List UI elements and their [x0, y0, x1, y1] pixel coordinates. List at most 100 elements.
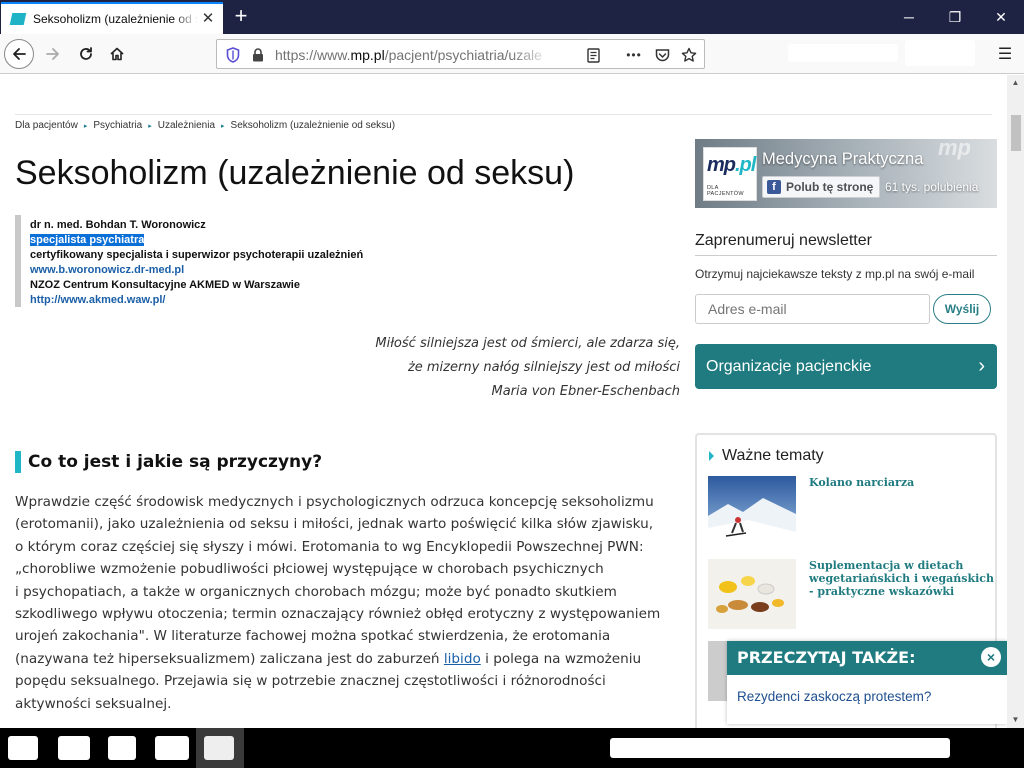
- reader-view-icon[interactable]: [584, 46, 602, 64]
- watermark-logo: mp: [938, 139, 971, 160]
- forward-arrow-icon: [46, 48, 59, 60]
- breadcrumb: Dla pacjentów ▸ Psychiatria ▸ Uzależnien…: [15, 120, 395, 131]
- taskbar-item[interactable]: [58, 736, 90, 760]
- skier-thumbnail[interactable]: [708, 476, 796, 546]
- back-arrow-icon: [13, 48, 26, 60]
- reload-button[interactable]: [71, 39, 101, 69]
- paragraph-text: i polega na wzmożeniu: [480, 650, 642, 667]
- title-bar: Seksoholizm (uzależnienie od seksu) ✕ + …: [0, 0, 1024, 34]
- libido-link[interactable]: libido: [444, 651, 481, 667]
- paragraph-line: i psychopatiach, a także w organicznych …: [15, 583, 617, 600]
- tab-close-icon[interactable]: ✕: [201, 11, 215, 26]
- minimize-button[interactable]: ─: [886, 0, 932, 34]
- facebook-like-button[interactable]: f Polub tę stronę: [762, 176, 880, 198]
- patient-organizations-label: Organizacje pacjenckie: [706, 357, 872, 375]
- patient-organizations-button[interactable]: Organizacje pacjenckie ›: [695, 344, 997, 389]
- close-window-button[interactable]: ✕: [978, 0, 1024, 34]
- facebook-page-name[interactable]: Medycyna Praktyczna: [762, 150, 923, 169]
- scroll-down-icon[interactable]: ▼: [1007, 712, 1024, 728]
- chevron-right-icon: ›: [978, 355, 985, 377]
- logo-mp-text: mp: [707, 154, 736, 176]
- logo-subtitle: DLA PACJENTÓW: [707, 185, 744, 197]
- lock-icon[interactable]: [250, 46, 266, 64]
- breadcrumb-separator-icon: ▸: [148, 122, 152, 130]
- facebook-page-widget[interactable]: mp mp.pl DLA PACJENTÓW Medycyna Praktycz…: [695, 139, 997, 208]
- url-path: /pacjent/psychiatria/uzale: [384, 47, 542, 63]
- paragraph-text: (nazywana też hiperseksualizmem) zalicza…: [15, 650, 444, 667]
- page-actions-icon[interactable]: •••: [621, 46, 647, 64]
- url-prefix: https://www.: [275, 47, 351, 63]
- breadcrumb-separator-icon: ▸: [221, 122, 225, 130]
- taskbar-item[interactable]: [108, 736, 136, 760]
- header-divider: [15, 114, 992, 115]
- popup-article-link[interactable]: Rezydenci zaskoczą protestem?: [737, 689, 931, 704]
- breadcrumb-item[interactable]: Dla pacjentów: [15, 120, 78, 131]
- section-heading: Co to jest i jakie są przyczyny?: [15, 451, 322, 473]
- home-button[interactable]: [102, 39, 132, 69]
- logo-pl-text: .pl: [735, 154, 756, 176]
- menu-button[interactable]: ☰: [990, 39, 1020, 69]
- redacted-toolbar-area: [905, 40, 975, 66]
- bookmark-star-icon[interactable]: [680, 46, 698, 64]
- paragraph-line: Wprawdzie część środowisk medycznych i p…: [15, 494, 654, 510]
- topic-title[interactable]: Suplementacja w dietach wegetariańskich …: [809, 559, 994, 598]
- taskbar: [0, 728, 1024, 768]
- article-body: Wprawdzie część środowisk medycznych i p…: [15, 491, 683, 715]
- epigraph-quote: Miłość silniejsza jest od śmierci, ale z…: [375, 332, 680, 404]
- author-website-link[interactable]: www.b.woronowicz.dr-med.pl: [30, 263, 415, 278]
- breadcrumb-item[interactable]: Uzależnienia: [158, 120, 215, 131]
- url-domain: mp.pl: [350, 47, 385, 63]
- tab-active[interactable]: Seksoholizm (uzależnienie od seksu) ✕: [1, 2, 223, 34]
- paragraph-line: „chorobliwe wzmożenie pobudliwości płcio…: [15, 561, 604, 578]
- newsletter-description: Otrzymuj najciekawsze teksty z mp.pl na …: [695, 267, 975, 281]
- popup-title: PRZECZYTAJ TAKŻE:: [727, 641, 1007, 675]
- reload-icon: [80, 47, 92, 60]
- newsletter-submit-button[interactable]: Wyślij: [933, 294, 991, 324]
- paragraph-line: urojeń zakochania". W literaturze fachow…: [15, 628, 611, 645]
- tracking-protection-shield-icon[interactable]: [225, 46, 241, 64]
- topic-thumbnail-partial: [708, 641, 728, 701]
- forward-button[interactable]: [38, 39, 68, 69]
- breadcrumb-separator-icon: ▸: [83, 122, 88, 130]
- quote-line: że mizerny nałóg silniejszy jest od miło…: [407, 360, 680, 375]
- taskbar-item[interactable]: [155, 736, 189, 760]
- author-certification: certyfikowany specjalista i superwizor p…: [30, 249, 364, 261]
- author-box: dr n. med. Bohdan T. Woronowicz specjali…: [15, 215, 415, 307]
- back-button[interactable]: [4, 39, 34, 69]
- supplements-thumbnail[interactable]: [708, 559, 796, 629]
- topic-title[interactable]: Kolano narciarza: [809, 476, 994, 489]
- scroll-up-icon[interactable]: ▲: [1007, 75, 1024, 91]
- browser-window: Seksoholizm (uzależnienie od seksu) ✕ + …: [0, 0, 1024, 768]
- home-icon: [110, 47, 124, 61]
- paragraph-line: szkodliwego wpływu otoczenia; termin ozn…: [15, 606, 661, 623]
- restore-button[interactable]: ❐: [932, 0, 978, 34]
- newsletter-divider: [695, 255, 997, 256]
- popup-close-icon[interactable]: ×: [981, 647, 1001, 667]
- quote-author: Maria von Ebner-Eschenbach: [491, 384, 681, 399]
- scrollbar-thumb[interactable]: [1011, 115, 1021, 151]
- mp-logo: mp.pl DLA PACJENTÓW: [703, 147, 757, 201]
- page-content: Dla pacjentów ▸ Psychiatria ▸ Uzależnien…: [0, 75, 1007, 728]
- newsletter-title: Zaprenumeruj newsletter: [695, 232, 872, 249]
- organization-link[interactable]: http://www.akmed.waw.pl/: [30, 293, 415, 308]
- author-name: dr n. med. Bohdan T. Woronowicz: [30, 219, 206, 231]
- pocket-icon[interactable]: [653, 46, 671, 64]
- page-title: Seksoholizm (uzależnienie od seksu): [15, 154, 575, 192]
- url-text[interactable]: https://www.mp.pl/pacjent/psychiatria/uz…: [275, 47, 553, 63]
- facebook-like-count: 61 tys. polubienia: [885, 180, 979, 194]
- taskbar-item-icon: [204, 736, 234, 760]
- newsletter-email-input[interactable]: [695, 294, 930, 324]
- like-button-label: Polub tę stronę: [786, 180, 874, 194]
- author-organization: NZOZ Centrum Konsultacyjne AKMED w Warsz…: [30, 279, 300, 291]
- topics-title: Ważne tematy: [722, 447, 824, 464]
- breadcrumb-item[interactable]: Psychiatria: [93, 120, 142, 131]
- topics-heading: Ważne tematy: [709, 447, 824, 465]
- paragraph-line: aktywności seksualnej.: [15, 695, 172, 712]
- url-bar[interactable]: https://www.mp.pl/pacjent/psychiatria/uz…: [216, 39, 705, 69]
- facebook-icon: f: [767, 180, 781, 194]
- vertical-scrollbar[interactable]: ▲ ▼: [1007, 75, 1024, 728]
- new-tab-button[interactable]: +: [230, 4, 252, 28]
- read-also-popup: PRZECZYTAJ TAKŻE: × Rezydenci zaskoczą p…: [727, 641, 1007, 724]
- quote-line: Miłość silniejsza jest od śmierci, ale z…: [375, 336, 680, 351]
- taskbar-item[interactable]: [8, 736, 38, 760]
